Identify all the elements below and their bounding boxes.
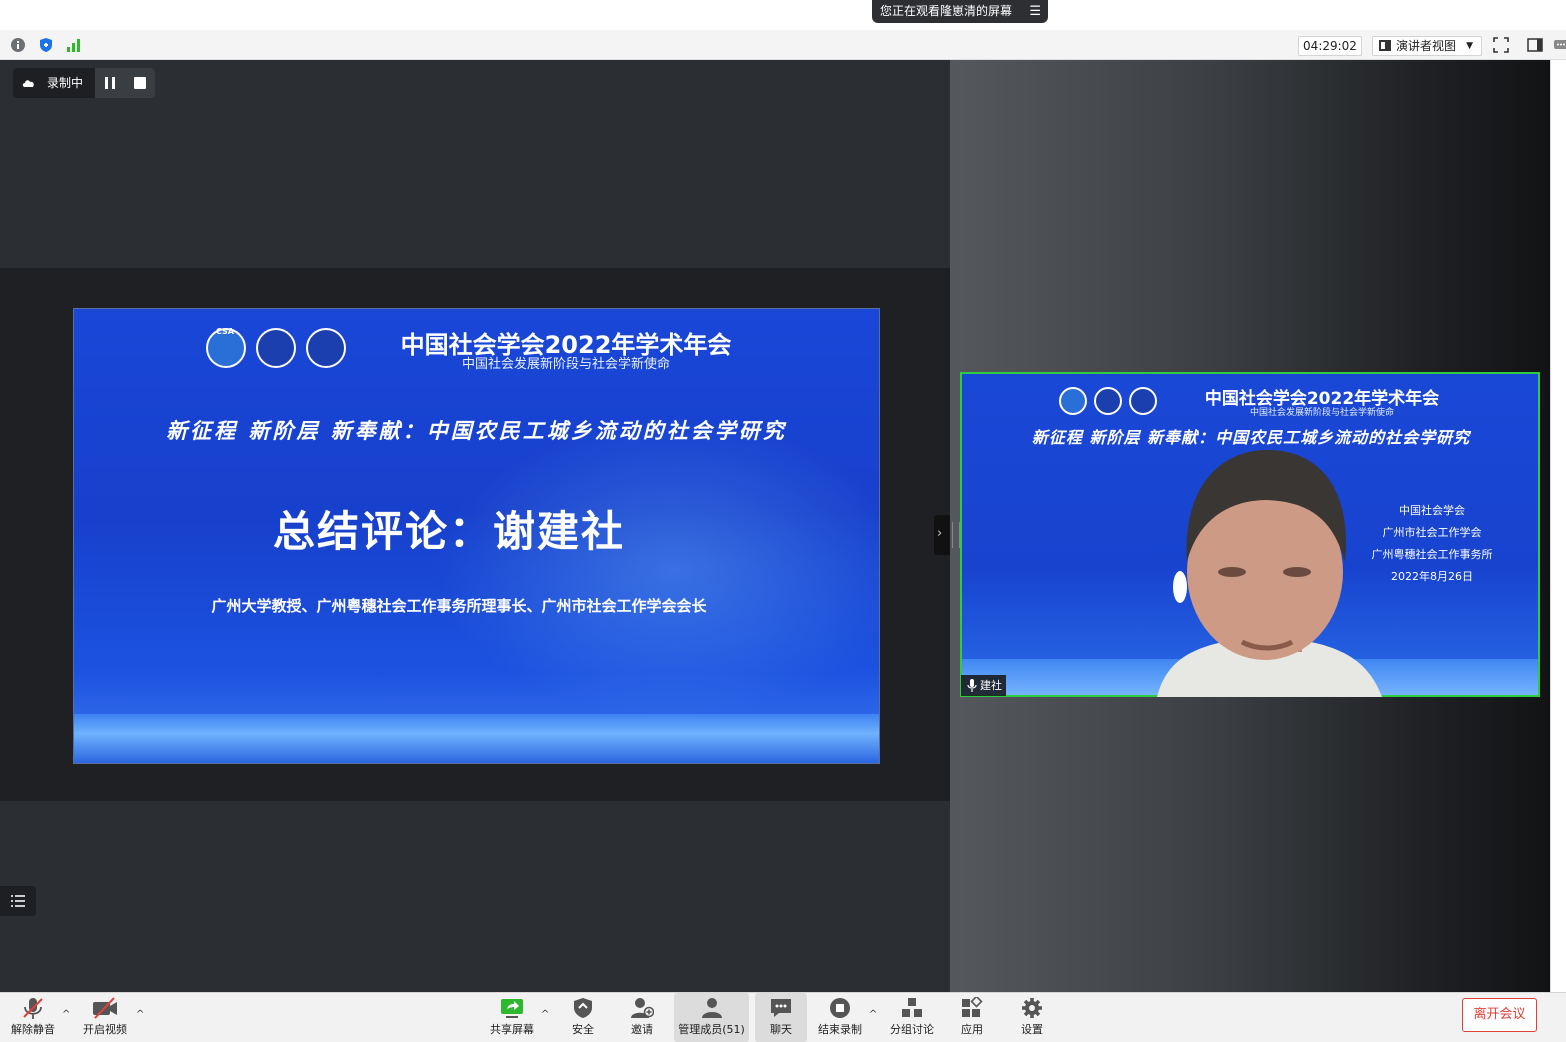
fullscreen-icon[interactable] <box>1493 37 1509 53</box>
view-mode-select[interactable]: 演讲者视图 ▼ <box>1372 36 1482 56</box>
slide-topic: 新征程 新阶层 新奉献：中国农民工城乡流动的社会学研究 <box>166 418 787 443</box>
apps-icon <box>962 997 983 1017</box>
video-slide-subtitle: 中国社会发展新阶段与社会学新使命 <box>1249 408 1394 418</box>
breakout-rooms-label: 分组讨论 <box>890 1023 934 1036</box>
slide-subtitle: 中国社会发展新阶段与社会学新使命 <box>461 357 670 372</box>
invite-label: 邀请 <box>631 1023 653 1036</box>
pause-recording-button[interactable] <box>95 68 125 98</box>
start-video-label: 开启视频 <box>83 1023 127 1036</box>
cloud-icon <box>22 80 34 87</box>
add-user-icon <box>631 998 654 1018</box>
university-seal-logo <box>1094 387 1122 415</box>
chevron-down-icon: ▼ <box>1466 41 1473 51</box>
audio-options-caret[interactable]: ^ <box>62 1009 70 1020</box>
top-strip <box>0 0 1566 30</box>
unmute-button[interactable]: 解除静音 <box>6 993 60 1042</box>
shared-screen-stage: 录制中 CSA 中国社会学会2022年学术年会 中国社会发展新阶段与社会学新使命… <box>0 60 950 992</box>
start-video-button[interactable]: 开启视频 <box>78 993 132 1042</box>
recording-indicator: 录制中 <box>13 68 155 98</box>
end-recording-label: 结束录制 <box>818 1023 862 1036</box>
apps-label: 应用 <box>961 1023 983 1036</box>
society-seal-logo <box>306 328 346 368</box>
participant-name-tag: 建社 <box>961 675 1006 696</box>
info-icon[interactable] <box>10 37 26 53</box>
security-button[interactable]: 安全 <box>562 993 604 1042</box>
participant-person <box>1157 450 1382 697</box>
recording-label: 录制中 <box>47 76 84 90</box>
settings-label: 设置 <box>1021 1023 1043 1036</box>
transcript-list-button[interactable] <box>0 886 36 916</box>
side-scrollbar[interactable] <box>1550 60 1566 992</box>
breakout-rooms-button[interactable]: 分组讨论 <box>886 993 938 1042</box>
meeting-info-bar: 04:29:02 演讲者视图 ▼ <box>0 30 1566 60</box>
pause-icon <box>105 77 115 89</box>
meeting-toolbar: 解除静音 ^ 开启视频 ^ 共享屏幕 ^ 安全 邀请 管理成员(51) 聊天 结… <box>0 992 1566 1042</box>
share-screen-icon <box>501 999 523 1018</box>
csa-logo-text: CSA <box>216 327 234 336</box>
chat-button[interactable]: 聊天 <box>755 993 807 1042</box>
chevron-right-icon: › <box>937 526 943 541</box>
csa-logo <box>1059 387 1087 415</box>
video-options-caret[interactable]: ^ <box>136 1009 144 1020</box>
side-panel-icon[interactable] <box>1527 37 1543 53</box>
chat-bubble-icon[interactable] <box>1553 37 1566 53</box>
invite-button[interactable]: 邀请 <box>620 993 664 1042</box>
screen-share-banner[interactable]: 您正在观看隆崽清的屏幕 ☰ <box>872 0 1048 23</box>
gear-icon <box>1022 998 1042 1018</box>
speaker-view-icon <box>1379 40 1391 51</box>
stop-icon <box>134 77 146 89</box>
list-menu-icon[interactable]: ☰ <box>1029 0 1041 23</box>
security-label: 安全 <box>572 1023 594 1036</box>
view-mode-label: 演讲者视图 <box>1396 39 1457 53</box>
unmute-label: 解除静音 <box>11 1023 55 1036</box>
slide-affiliation: 广州大学教授、广州粤穗社会工作事务所理事长、广州市社会工作学会会长 <box>211 597 707 615</box>
society-seal-logo <box>1129 387 1157 415</box>
slide-glow <box>434 419 879 719</box>
shield-icon <box>574 998 592 1018</box>
screen-share-label: 您正在观看隆崽清的屏幕 <box>880 4 1013 18</box>
shield-icon[interactable] <box>38 37 54 53</box>
list-icon <box>11 895 25 907</box>
microphone-icon <box>967 679 977 692</box>
csa-logo: CSA <box>206 327 246 368</box>
settings-button[interactable]: 设置 <box>1012 993 1052 1042</box>
slide-wave <box>74 714 879 763</box>
stop-recording-button[interactable] <box>125 68 155 98</box>
slide-speaker: 总结评论：谢建社 <box>272 507 625 556</box>
panel-resize-handle[interactable] <box>952 522 960 548</box>
university-seal-logo <box>256 328 296 368</box>
video-off-icon <box>93 997 117 1019</box>
share-screen-label: 共享屏幕 <box>490 1023 534 1036</box>
signal-icon[interactable] <box>66 37 82 53</box>
participants-label: 管理成员(51) <box>678 1023 745 1036</box>
chat-label: 聊天 <box>770 1023 792 1036</box>
apps-button[interactable]: 应用 <box>952 993 992 1042</box>
leave-meeting-button[interactable]: 离开会议 <box>1462 998 1537 1032</box>
participants-icon <box>701 998 722 1018</box>
participant-name: 建社 <box>980 679 1002 692</box>
participants-button[interactable]: 管理成员(51) <box>674 993 749 1042</box>
chat-icon <box>771 999 791 1017</box>
breakout-rooms-icon <box>902 998 922 1017</box>
end-recording-button[interactable]: 结束录制 <box>814 993 866 1042</box>
meeting-timer: 04:29:02 <box>1298 36 1362 56</box>
presentation-slide: CSA 中国社会学会2022年学术年会 中国社会发展新阶段与社会学新使命 新征程… <box>73 308 880 764</box>
share-options-caret[interactable]: ^ <box>541 1009 549 1020</box>
share-screen-button[interactable]: 共享屏幕 <box>484 993 540 1042</box>
stop-record-icon <box>830 998 850 1018</box>
microphone-muted-icon <box>23 998 43 1019</box>
record-options-caret[interactable]: ^ <box>869 1009 877 1020</box>
collapse-panel-button[interactable]: › <box>934 515 950 555</box>
